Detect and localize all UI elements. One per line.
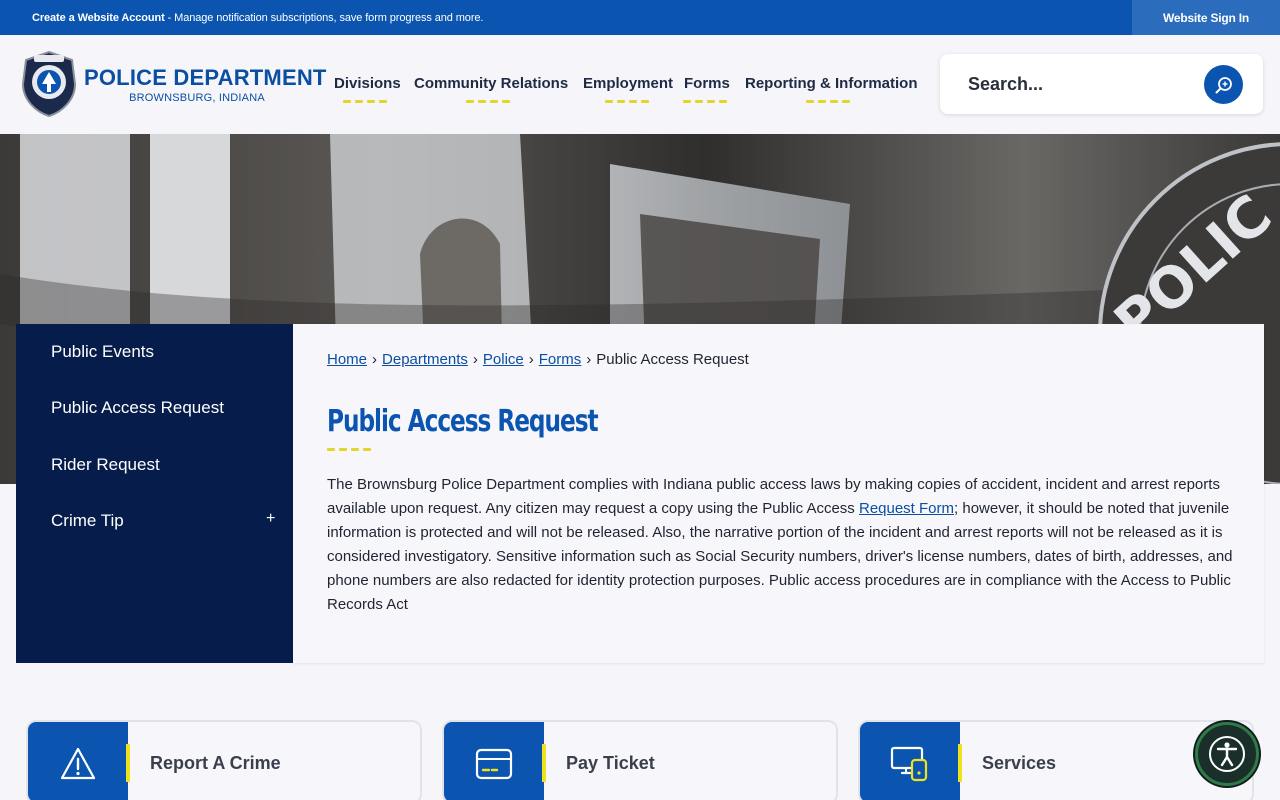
top-utility-bar: Create a Website Account - Manage notifi… (0, 0, 1280, 35)
main-content: Home › Departments › Police › Forms › Public Acc… (293, 324, 1264, 663)
nav-employment-dashes (605, 100, 649, 103)
website-sign-in-button[interactable]: Website Sign In (1132, 0, 1280, 35)
search-input[interactable] (968, 72, 1188, 96)
tile-accent-bar (126, 744, 130, 782)
breadcrumb-departments[interactable]: Departments (382, 351, 468, 368)
warning-icon (60, 747, 96, 780)
tile-accent-bar (542, 744, 546, 782)
breadcrumb: Home › Departments › Police › Forms › Public Acc… (327, 351, 749, 368)
brand-name[interactable]: POLICE DEPARTMENT (84, 65, 327, 91)
breadcrumb-current: Public Access Request (596, 351, 749, 368)
breadcrumb-separator: › (586, 351, 592, 368)
breadcrumb-home[interactable]: Home (327, 351, 367, 368)
sidenav-item-crime-tip[interactable]: Crime Tip (51, 511, 124, 531)
expand-crime-tip-button[interactable]: + (266, 510, 275, 528)
nav-employment[interactable]: Employment (583, 75, 673, 92)
nav-forms[interactable]: Forms (684, 75, 730, 92)
sidenav-item-public-access-request[interactable]: Public Access Request (51, 398, 224, 418)
tile-icon-box (444, 722, 544, 800)
tile-pay-ticket[interactable]: Pay Ticket (442, 720, 838, 800)
request-form-link[interactable]: Request Form (859, 500, 954, 517)
breadcrumb-separator: › (372, 351, 378, 368)
tile-label: Report A Crime (150, 753, 281, 773)
police-badge-logo[interactable] (20, 50, 78, 118)
tile-icon-box (28, 722, 128, 800)
accessibility-button[interactable] (1195, 722, 1259, 786)
card-icon (475, 748, 513, 780)
site-header: POLICE DEPARTMENT BROWNSBURG, INDIANA Di… (0, 35, 1280, 134)
brand: POLICE DEPARTMENT BROWNSBURG, INDIANA (84, 65, 327, 104)
nav-forms-dashes (683, 100, 727, 103)
nav-reporting-dashes (806, 100, 850, 103)
side-navigation: Public Events Public Access Request Ride… (16, 324, 293, 663)
tile-label: Pay Ticket (566, 753, 655, 773)
breadcrumb-separator: › (472, 351, 478, 368)
page-title: Public Access Request (327, 404, 599, 439)
tile-accent-bar (958, 744, 962, 782)
account-message: Create a Website Account - Manage notifi… (32, 12, 483, 24)
tile-label: Services (982, 753, 1057, 773)
create-account-link[interactable]: Create a Website Account (32, 12, 165, 24)
nav-divisions-dashes (343, 100, 387, 103)
brand-location: BROWNSBURG, INDIANA (129, 92, 265, 104)
breadcrumb-forms[interactable]: Forms (539, 351, 582, 368)
nav-community-dashes (466, 100, 510, 103)
search-button[interactable] (1204, 65, 1243, 104)
search-box (940, 54, 1263, 114)
page-title-dashes (327, 448, 371, 451)
nav-reporting-information[interactable]: Reporting & Information (745, 75, 918, 92)
page-body-text: The Brownsburg Police Department complie… (327, 473, 1237, 617)
sidenav-item-rider-request[interactable]: Rider Request (51, 455, 160, 475)
breadcrumb-police[interactable]: Police (483, 351, 524, 368)
devices-icon (890, 746, 928, 782)
tile-report-a-crime[interactable]: Report A Crime (26, 720, 422, 800)
breadcrumb-separator: › (528, 351, 534, 368)
nav-divisions[interactable]: Divisions (334, 75, 401, 92)
accessibility-icon (1209, 736, 1245, 772)
nav-community-relations[interactable]: Community Relations (414, 75, 568, 92)
search-icon (1215, 76, 1232, 93)
tile-icon-box (860, 722, 960, 800)
sidenav-item-public-events[interactable]: Public Events (51, 342, 154, 362)
account-message-text: - Manage notification subscriptions, sav… (164, 11, 484, 24)
